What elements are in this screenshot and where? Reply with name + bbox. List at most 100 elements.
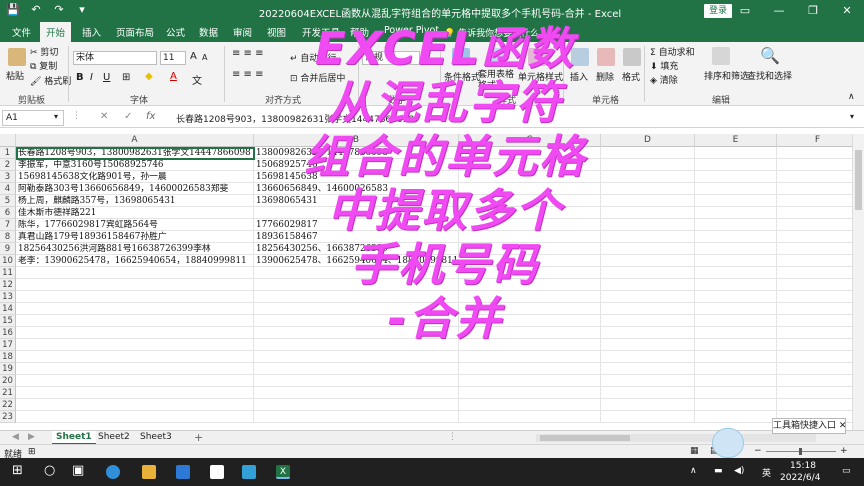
cell-empty[interactable] [695, 291, 777, 303]
cell-empty[interactable] [695, 303, 777, 315]
cell-a[interactable] [16, 363, 254, 375]
cell-b[interactable] [254, 351, 459, 363]
cell-empty[interactable] [459, 387, 601, 399]
tab-data[interactable]: 数据 [199, 25, 218, 39]
cell-empty[interactable] [601, 387, 695, 399]
cell-a[interactable]: 李振军，中意3160号15068925746 [16, 159, 254, 171]
vertical-scroll-thumb[interactable] [855, 150, 862, 210]
row-header[interactable]: 22 [0, 399, 16, 411]
assistant-robot-icon[interactable] [712, 428, 744, 458]
store-icon[interactable] [210, 465, 224, 479]
cell-empty[interactable] [695, 207, 777, 219]
tab-formulas[interactable]: 公式 [166, 25, 185, 39]
row-header[interactable]: 9 [0, 243, 16, 255]
zoom-slider[interactable] [766, 448, 836, 455]
minimize-button[interactable]: — [762, 0, 796, 22]
row-header[interactable]: 11 [0, 267, 16, 279]
confirm-entry-icon[interactable]: ✓ [124, 111, 132, 122]
cell-empty[interactable] [777, 399, 859, 411]
cell-empty[interactable] [777, 315, 859, 327]
cell-empty[interactable] [777, 183, 859, 195]
row-header[interactable]: 18 [0, 351, 16, 363]
cell-empty[interactable] [777, 243, 859, 255]
find-select-button[interactable]: 查找和选择 [747, 69, 792, 82]
font-size-select[interactable]: 11 [160, 51, 186, 65]
sheet-prev-icon[interactable]: ◀ [8, 431, 23, 445]
column-header-a[interactable]: A [16, 134, 254, 147]
cell-empty[interactable] [695, 171, 777, 183]
tab-file[interactable]: 文件 [12, 25, 31, 39]
task-view-icon[interactable]: ▣ [72, 463, 84, 478]
horizontal-scrollbar[interactable] [536, 434, 816, 442]
cell-a[interactable]: 15698145638文化路901号，孙一晨 [16, 171, 254, 183]
cell-empty[interactable] [695, 195, 777, 207]
cell-empty[interactable] [459, 363, 601, 375]
cell-empty[interactable] [459, 375, 601, 387]
cell-empty[interactable] [695, 243, 777, 255]
customize-qat-icon[interactable]: ▾ [75, 3, 89, 16]
vertical-scrollbar[interactable] [852, 134, 864, 430]
accessibility-icon[interactable]: ⊞ [28, 447, 36, 457]
cell-empty[interactable] [777, 159, 859, 171]
cell-empty[interactable] [777, 147, 859, 159]
cell-a[interactable] [16, 351, 254, 363]
excel-taskbar-icon[interactable]: X [276, 465, 290, 479]
restore-button[interactable]: ❐ [796, 0, 830, 22]
row-header[interactable]: 2 [0, 159, 16, 171]
undo-icon[interactable]: ↶ [29, 3, 43, 16]
zoom-out-button[interactable]: − [754, 446, 762, 456]
cell-a[interactable] [16, 327, 254, 339]
cell-a[interactable]: 真君山路179号18936158467孙胜广 [16, 231, 254, 243]
phonetic-button[interactable]: 文 [192, 72, 202, 87]
tab-insert[interactable]: 插入 [82, 25, 101, 39]
column-header-e[interactable]: E [695, 134, 777, 147]
notification-icon[interactable]: ▭ [842, 466, 851, 476]
cell-empty[interactable] [777, 291, 859, 303]
cell-empty[interactable] [695, 411, 777, 423]
paste-button[interactable]: 粘贴 [6, 69, 24, 82]
cell-empty[interactable] [695, 375, 777, 387]
cell-a[interactable] [16, 291, 254, 303]
cell-empty[interactable] [695, 315, 777, 327]
cell-empty[interactable] [695, 399, 777, 411]
tab-home[interactable]: 开始 [40, 22, 72, 42]
bold-button[interactable]: B [76, 72, 84, 83]
cell-empty[interactable] [459, 399, 601, 411]
clock-date[interactable]: 2022/6/4 [780, 473, 820, 483]
cell-a[interactable] [16, 411, 254, 423]
cell-a[interactable]: 陈华，17766029817宾虹路564号 [16, 219, 254, 231]
sheet-tab-sheet1[interactable]: Sheet1 [52, 431, 96, 445]
cell-empty[interactable] [695, 159, 777, 171]
cell-empty[interactable] [777, 351, 859, 363]
autosum-button[interactable]: Σ 自动求和 [650, 45, 695, 58]
cell-empty[interactable] [777, 219, 859, 231]
row-header[interactable]: 14 [0, 303, 16, 315]
sheet-next-icon[interactable]: ▶ [24, 431, 39, 445]
italic-button[interactable]: I [90, 72, 93, 83]
cell-empty[interactable] [695, 267, 777, 279]
row-header[interactable]: 19 [0, 363, 16, 375]
cell-a[interactable]: 老李：13900625478，16625940654，18840999811 [16, 255, 254, 267]
sort-filter-button[interactable]: 排序和筛选 [704, 69, 749, 82]
cell-a[interactable] [16, 339, 254, 351]
cell-b[interactable] [254, 363, 459, 375]
cell-empty[interactable] [695, 147, 777, 159]
cut-button[interactable]: ✂ 剪切 [30, 45, 58, 58]
clear-button[interactable]: ◈ 清除 [650, 73, 678, 86]
row-header[interactable]: 8 [0, 231, 16, 243]
cell-b[interactable] [254, 387, 459, 399]
cell-empty[interactable] [601, 363, 695, 375]
cell-empty[interactable] [695, 219, 777, 231]
cell-empty[interactable] [695, 363, 777, 375]
row-header[interactable]: 5 [0, 195, 16, 207]
row-header[interactable]: 4 [0, 183, 16, 195]
cell-a[interactable] [16, 303, 254, 315]
chrome-icon[interactable] [242, 465, 256, 479]
cell-empty[interactable] [601, 399, 695, 411]
font-color-button[interactable]: A [170, 71, 177, 82]
cell-empty[interactable] [777, 327, 859, 339]
cell-empty[interactable] [777, 375, 859, 387]
toolbox-shortcut-button[interactable]: 工具箱快捷入口 ✕ [772, 418, 846, 434]
cell-empty[interactable] [777, 387, 859, 399]
cell-a[interactable]: 佳木斯市德祥路221 [16, 207, 254, 219]
